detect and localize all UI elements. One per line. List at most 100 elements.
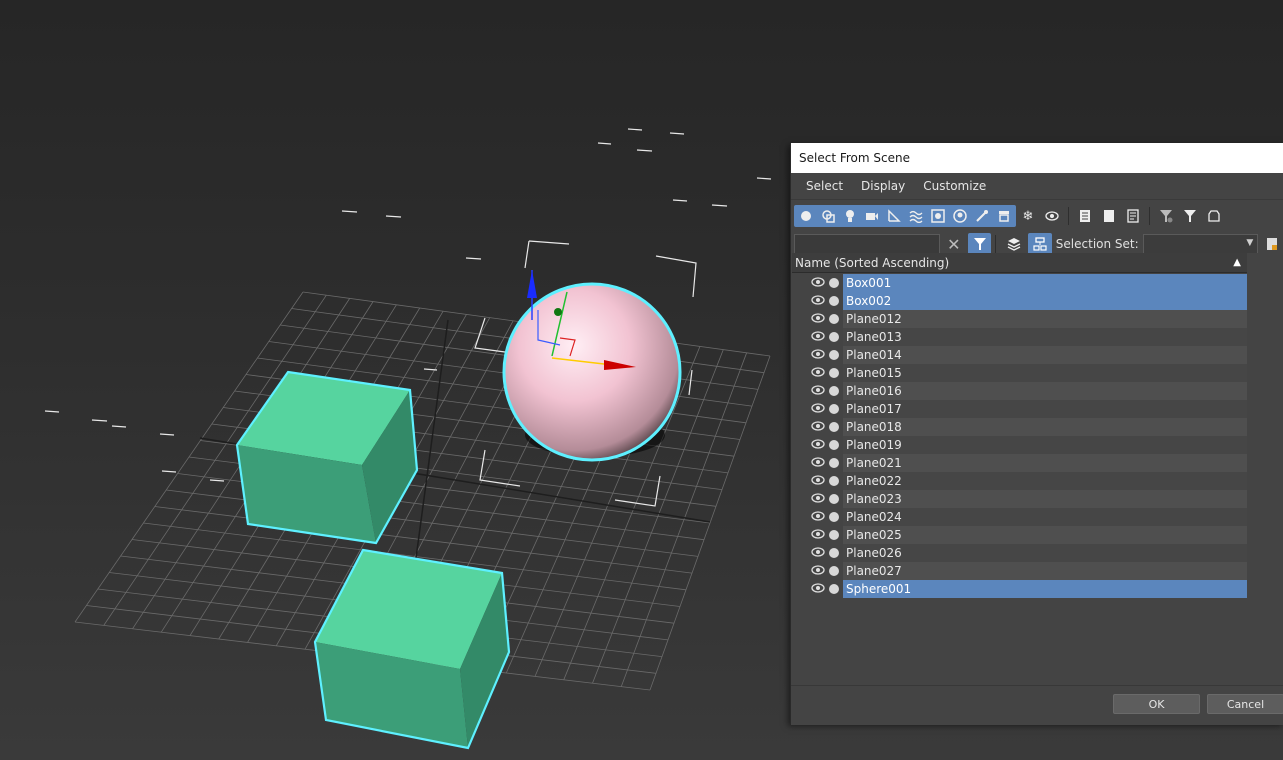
layers-stack-icon[interactable] [1002,233,1026,255]
freeze-dot-icon[interactable] [829,440,839,450]
column-header-label: Name (Sorted Ascending) [795,256,950,270]
list-column-header[interactable]: Name (Sorted Ascending) ▲ [792,253,1247,273]
bones-icon[interactable] [971,205,993,227]
freeze-dot-icon[interactable] [829,494,839,504]
freeze-dot-icon[interactable] [829,332,839,342]
search-input[interactable] [794,234,940,254]
visibility-eye-icon[interactable] [811,457,825,467]
freeze-dot-icon[interactable] [829,368,839,378]
freeze-dot-icon[interactable] [829,548,839,558]
visibility-eye-icon[interactable] [811,493,825,503]
menu-bar: Select Display Customize [791,173,1283,200]
filter-selected-icon[interactable] [967,233,992,255]
list-item[interactable]: Plane024 [792,508,1247,526]
visibility-eye-icon[interactable] [811,277,825,287]
list-item[interactable]: Plane023 [792,490,1247,508]
freeze-dot-icon[interactable] [829,314,839,324]
list-item[interactable]: Plane018 [792,418,1247,436]
list-item[interactable]: Plane015 [792,364,1247,382]
freeze-dot-icon[interactable] [829,404,839,414]
visibility-eye-icon[interactable] [811,529,825,539]
list-item[interactable]: Plane012 [792,310,1247,328]
cameras-icon[interactable] [861,205,883,227]
freeze-dot-icon[interactable] [829,350,839,360]
freeze-dot-icon[interactable] [829,278,839,288]
visibility-eye-icon[interactable] [811,511,825,521]
list-side-area [1247,253,1283,685]
list-item[interactable]: Plane013 [792,328,1247,346]
visibility-eye-icon[interactable] [811,313,825,323]
list-item[interactable]: Plane022 [792,472,1247,490]
freeze-dot-icon[interactable] [829,530,839,540]
dialog-footer: OK Cancel [791,685,1283,725]
filter-clear-icon[interactable] [1154,205,1178,227]
object-name: Plane014 [843,346,1247,364]
hidden-icon[interactable] [1040,205,1064,227]
sort-ascending-icon: ▲ [1233,257,1241,268]
spacewarps-icon[interactable] [905,205,927,227]
visibility-eye-icon[interactable] [811,403,825,413]
list-item[interactable]: Sphere001 [792,580,1247,598]
list-item[interactable]: Plane021 [792,454,1247,472]
selection-set-label: Selection Set: [1055,237,1139,251]
list-item[interactable]: Plane014 [792,346,1247,364]
object-name: Plane027 [843,562,1247,580]
ok-button[interactable]: OK [1113,694,1200,714]
menu-customize[interactable]: Customize [914,179,995,193]
edit-selection-set-icon[interactable] [1260,233,1283,255]
menu-select[interactable]: Select [797,179,852,193]
sphere-object[interactable] [502,282,682,462]
object-name: Plane019 [843,436,1247,454]
hierarchy-icon[interactable] [1028,233,1052,255]
select-invert-icon[interactable] [1121,205,1145,227]
object-name: Plane021 [843,454,1247,472]
filter-icon[interactable] [1178,205,1202,227]
select-all-icon[interactable] [1073,205,1097,227]
list-item[interactable]: Plane026 [792,544,1247,562]
visibility-eye-icon[interactable] [811,385,825,395]
list-item[interactable]: Plane025 [792,526,1247,544]
visibility-eye-icon[interactable] [811,583,825,593]
frozen-icon[interactable]: ❄ [1016,205,1040,227]
cancel-button[interactable]: Cancel [1207,694,1283,714]
freeze-dot-icon[interactable] [829,422,839,432]
freeze-dot-icon[interactable] [829,458,839,468]
lights-icon[interactable] [839,205,861,227]
object-name: Plane018 [843,418,1247,436]
list-item[interactable]: Plane016 [792,382,1247,400]
visibility-eye-icon[interactable] [811,565,825,575]
selection-set-dropdown[interactable]: ▼ [1142,234,1259,254]
box-object-1[interactable] [235,370,419,545]
layers-icon[interactable] [1202,205,1226,227]
freeze-dot-icon[interactable] [829,476,839,486]
freeze-dot-icon[interactable] [829,512,839,522]
clear-search-icon[interactable]: ✕ [942,233,966,255]
visibility-eye-icon[interactable] [811,367,825,377]
freeze-dot-icon[interactable] [829,566,839,576]
list-item[interactable]: Plane019 [792,436,1247,454]
freeze-dot-icon[interactable] [829,296,839,306]
xrefs-icon[interactable] [949,205,971,227]
containers-icon[interactable] [993,205,1015,227]
helpers-icon[interactable] [883,205,905,227]
groups-icon[interactable] [927,205,949,227]
visibility-eye-icon[interactable] [811,295,825,305]
geometry-icon[interactable] [795,205,817,227]
visibility-eye-icon[interactable] [811,439,825,449]
visibility-eye-icon[interactable] [811,331,825,341]
freeze-dot-icon[interactable] [829,584,839,594]
shapes-icon[interactable] [817,205,839,227]
list-item[interactable]: Box002 [792,292,1247,310]
visibility-eye-icon[interactable] [811,475,825,485]
list-item[interactable]: Plane017 [792,400,1247,418]
freeze-dot-icon[interactable] [829,386,839,396]
visibility-eye-icon[interactable] [811,349,825,359]
list-item[interactable]: Plane027 [792,562,1247,580]
visibility-eye-icon[interactable] [811,421,825,431]
menu-display[interactable]: Display [852,179,914,193]
visibility-eye-icon[interactable] [811,547,825,557]
list-item[interactable]: Box001 [792,274,1247,292]
dialog-title: Select From Scene [791,143,1283,173]
select-none-icon[interactable] [1097,205,1121,227]
select-from-scene-dialog: Select From Scene Select Display Customi… [790,143,1283,725]
